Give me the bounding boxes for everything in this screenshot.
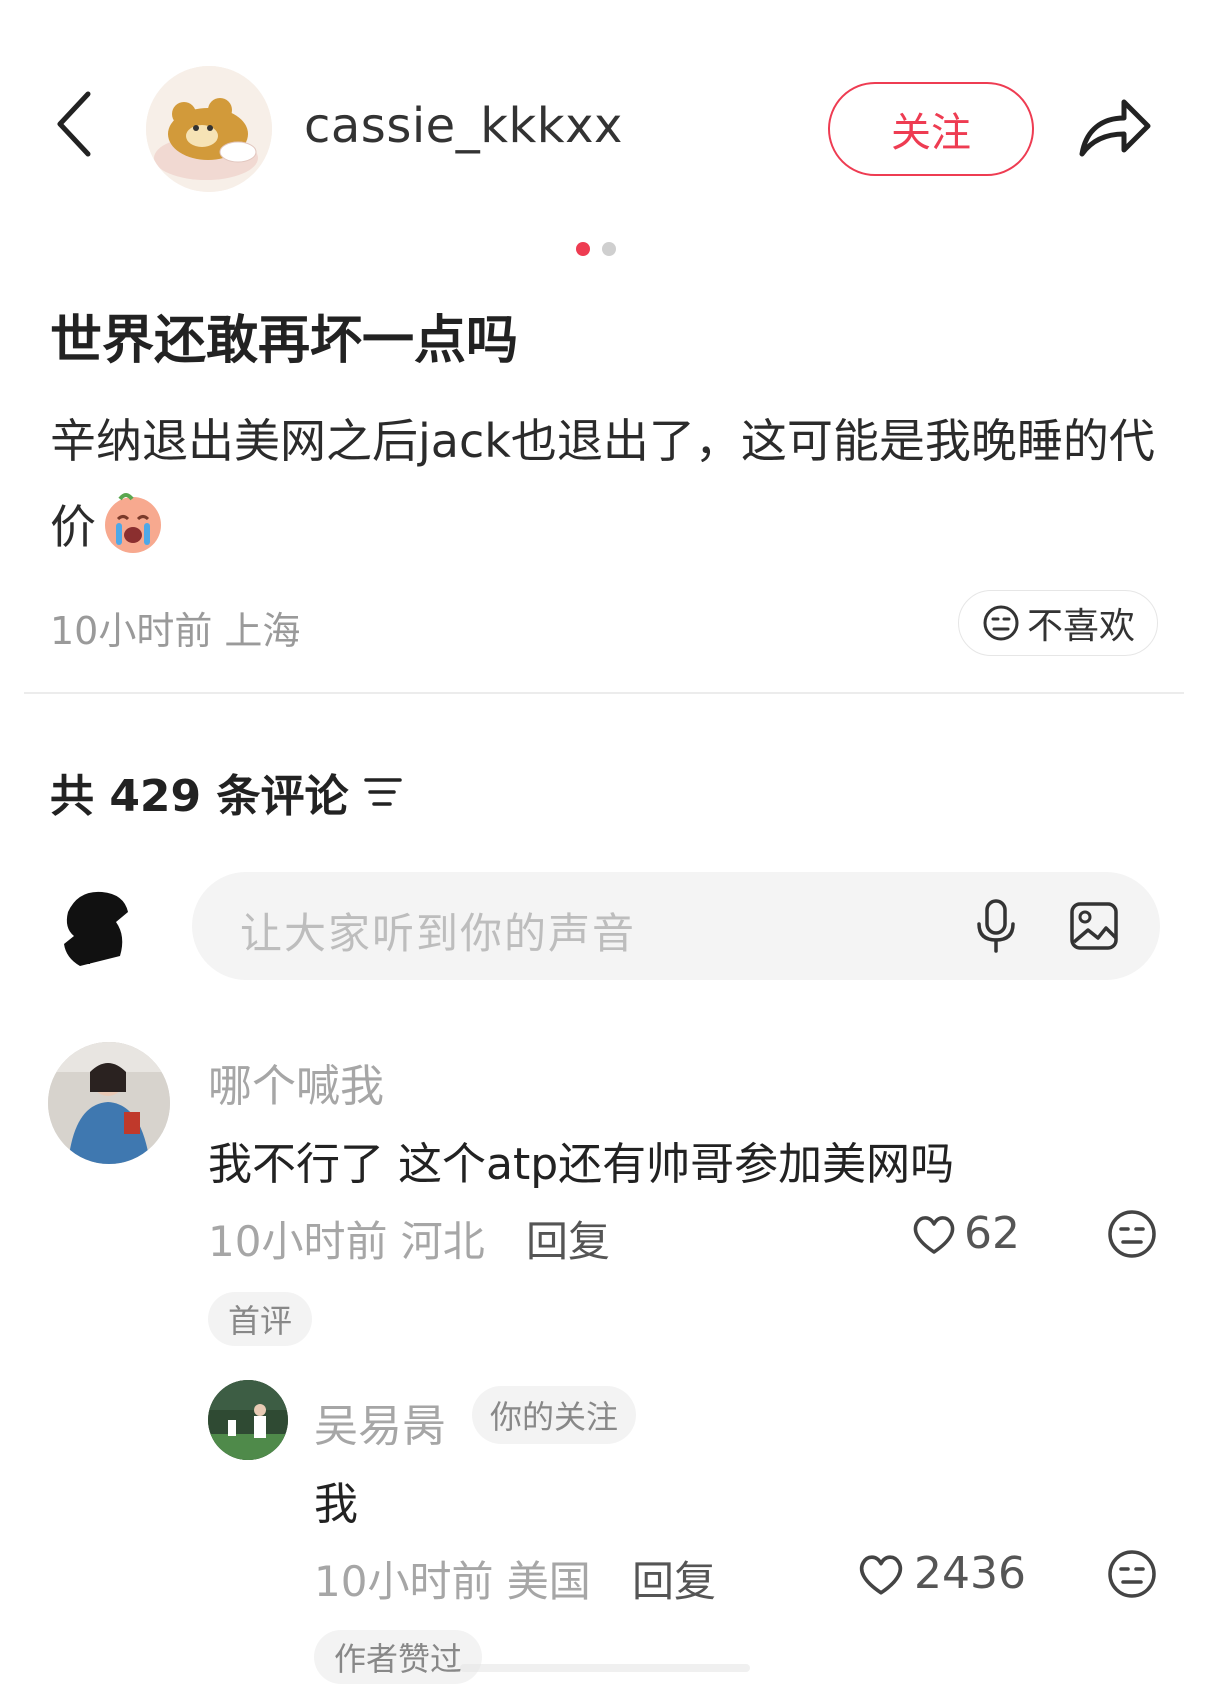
like-count: 2436	[914, 1548, 1026, 1599]
like-button[interactable]: 62	[910, 1208, 1020, 1259]
divider	[24, 692, 1184, 694]
comment-count-label: 共 429 条评论	[50, 771, 349, 822]
comment-meta: 10小时前 河北	[208, 1217, 485, 1266]
commenter-name[interactable]: 哪个喊我	[208, 1050, 384, 1114]
dislike-face-icon	[983, 605, 1019, 641]
post-meta: 10小时前 上海	[50, 609, 301, 653]
carousel-dot	[602, 242, 616, 256]
carousel-dot-active	[576, 242, 590, 256]
heart-icon	[859, 1554, 903, 1595]
like-count: 62	[964, 1208, 1020, 1259]
reply-author-avatar[interactable]	[208, 1380, 288, 1460]
carousel-indicator	[576, 242, 636, 258]
heart-icon	[913, 1215, 955, 1254]
comment-text[interactable]: 我不行了 这个atp还有帅哥参加美网吗	[208, 1128, 954, 1192]
reply-meta: 10小时前 美国	[314, 1557, 591, 1606]
author-name[interactable]: cassie_kkkxx	[304, 98, 623, 154]
author-avatar[interactable]	[146, 66, 272, 192]
mic-icon[interactable]	[974, 898, 1018, 954]
reply-author-name[interactable]: 吴易昺	[314, 1390, 446, 1454]
dislike-face-icon[interactable]	[1106, 1548, 1158, 1600]
post-body: 辛纳退出美网之后jack也退出了，这可能是我晚睡的代价	[50, 398, 1160, 570]
crying-face-icon	[105, 493, 161, 553]
dislike-face-icon[interactable]	[1106, 1208, 1158, 1260]
comment-input-placeholder: 让大家听到你的声音	[240, 909, 637, 958]
first-comment-badge: 首评	[208, 1292, 313, 1346]
back-arrow-icon[interactable]	[50, 88, 98, 160]
follow-button[interactable]: 关注	[828, 82, 1034, 176]
following-badge: 你的关注	[472, 1386, 637, 1444]
reply-text[interactable]: 我	[314, 1468, 358, 1532]
watermark	[460, 1664, 750, 1672]
post-body-text: 辛纳退出美网之后jack也退出了，这可能是我晚睡的代价	[50, 414, 1155, 554]
commenter-avatar[interactable]	[48, 1042, 170, 1164]
image-icon[interactable]	[1068, 900, 1120, 952]
reply-button[interactable]: 回复	[632, 1548, 716, 1609]
sort-filter-icon[interactable]	[362, 774, 404, 810]
dislike-button[interactable]: 不喜欢	[958, 590, 1158, 656]
comment-input[interactable]: 让大家听到你的声音	[192, 872, 1160, 980]
reply-button[interactable]: 回复	[526, 1208, 610, 1269]
my-avatar[interactable]	[48, 872, 156, 980]
post-title: 世界还敢再坏一点吗	[50, 311, 519, 371]
comment-count[interactable]: 共 429 条评论	[50, 760, 404, 824]
like-button[interactable]: 2436	[856, 1548, 1026, 1599]
dislike-label: 不喜欢	[1026, 606, 1135, 647]
share-icon[interactable]	[1076, 92, 1154, 162]
author-liked-badge: 作者赞过	[314, 1630, 483, 1684]
